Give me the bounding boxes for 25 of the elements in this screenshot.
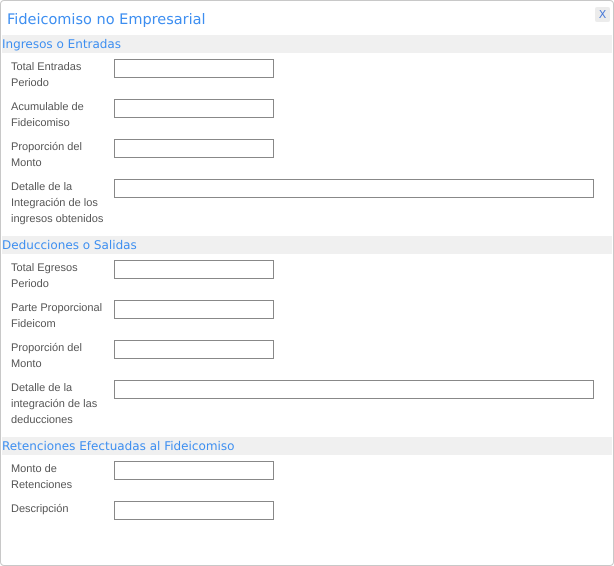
input-field[interactable] bbox=[114, 380, 594, 399]
field-label: Proporción del Monto bbox=[10, 341, 83, 372]
field-label: Total Egresos Periodo bbox=[10, 261, 79, 292]
input-field[interactable] bbox=[114, 300, 274, 319]
field-label: Detalle de la integración de las deducciones bbox=[10, 381, 98, 428]
field-label: Detalle de la Integración de los ingresos obtenidos bbox=[10, 180, 104, 227]
input-field[interactable] bbox=[114, 99, 274, 118]
field-label: Total Entradas Periodo bbox=[10, 60, 82, 91]
section-header: Ingresos o Entradas bbox=[2, 35, 612, 53]
input-field[interactable] bbox=[114, 260, 274, 279]
input-field[interactable] bbox=[114, 501, 274, 520]
close-button[interactable]: X bbox=[595, 7, 610, 22]
section-header: Deducciones o Salidas bbox=[2, 236, 612, 254]
field-label: Monto de Retenciones bbox=[10, 462, 74, 493]
field-label: Parte Proporcional Fideicom bbox=[10, 301, 104, 332]
input-field[interactable] bbox=[114, 139, 274, 158]
input-field[interactable] bbox=[114, 179, 594, 198]
input-field[interactable] bbox=[114, 340, 274, 359]
input-field[interactable] bbox=[114, 461, 274, 480]
window-title: Fideicomiso no Empresarial bbox=[6, 11, 206, 29]
field-label: Descripción bbox=[10, 502, 70, 517]
field-label: Proporción del Monto bbox=[10, 140, 83, 171]
field-label: Acumulable de Fideicomiso bbox=[10, 100, 85, 131]
input-field[interactable] bbox=[114, 59, 274, 78]
section-header: Retenciones Efectuadas al Fideicomiso bbox=[2, 437, 612, 455]
